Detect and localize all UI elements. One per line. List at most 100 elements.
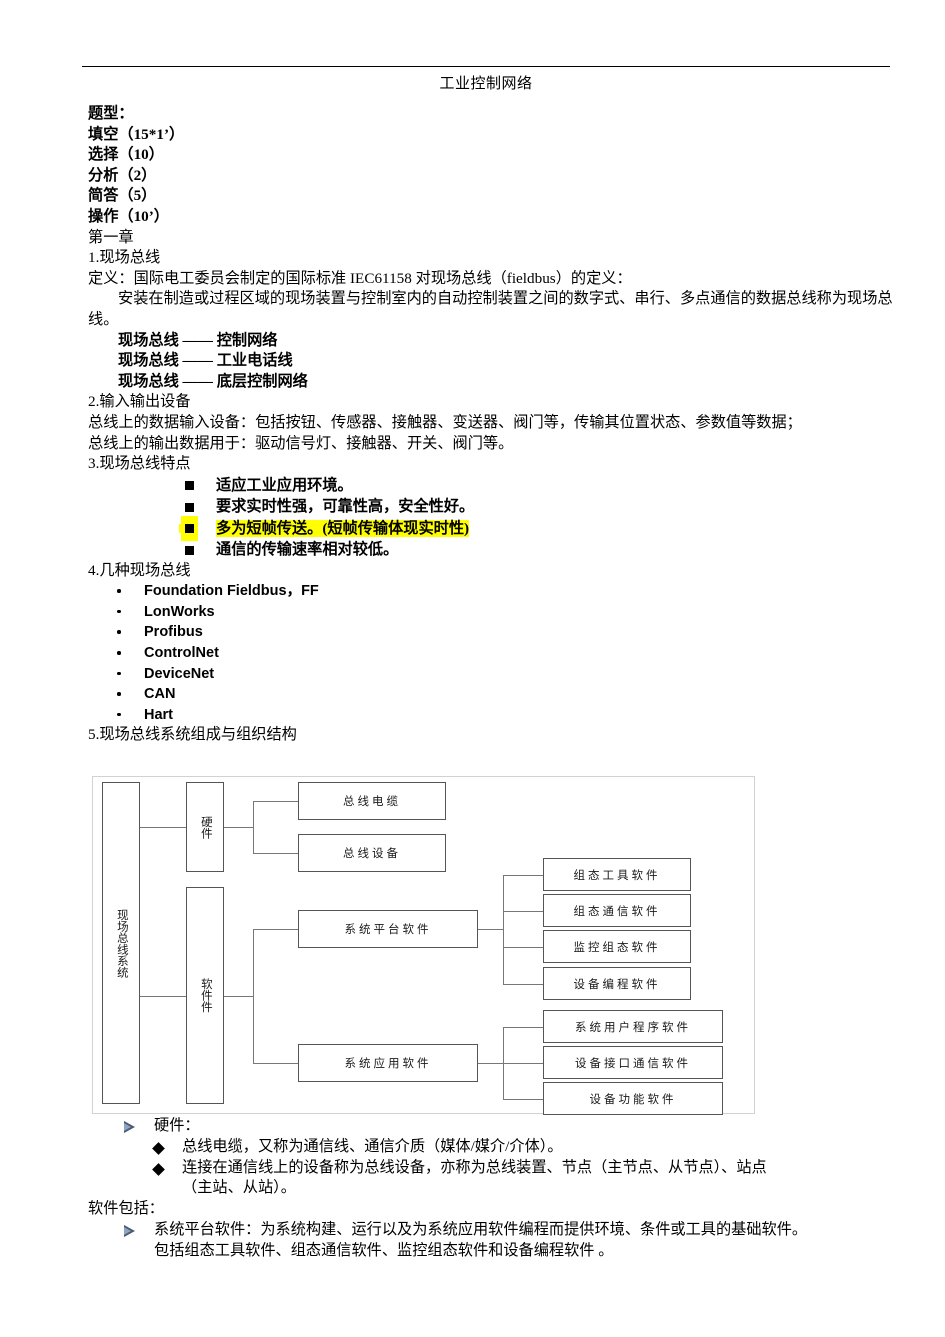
list-item: 连接在通信线上的设备称为总线设备，亦称为总线装置、节点（主节点、从节点）、站点	[88, 1158, 918, 1179]
hardware-point-continuation: （主站、从站）。	[182, 1179, 296, 1197]
connector	[503, 911, 543, 912]
intro-item-4: 操作（10’）	[88, 207, 169, 225]
diagram-box-scada-config-software: 监控组态软件	[543, 930, 691, 963]
diagram-box-config-tool-software: 组态工具软件	[543, 858, 691, 891]
section1-equivalence-0: 现场总线 —— 控制网络	[118, 331, 278, 349]
diagram-box-device-programming-software: 设备编程软件	[543, 967, 691, 1000]
section3-heading: 3.现场总线特点	[88, 455, 191, 473]
document-body: 题型： 填空（15*1’） 选择（10） 分析（2） 简答（5） 操作（10’）…	[88, 104, 900, 746]
list-item: Foundation Fieldbus，FF	[88, 581, 900, 602]
fieldbus-list: Foundation Fieldbus，FF LonWorks Profibus…	[88, 581, 900, 725]
connector	[224, 827, 253, 828]
diagram-box-application-software: 系统应用软件	[298, 1044, 478, 1082]
section1-equivalence-2: 现场总线 —— 底层控制网络	[118, 372, 308, 390]
intro-label: 题型：	[88, 105, 134, 122]
software-point-text: 系统平台软件：为系统构建、运行以及为系统应用软件编程而提供环境、条件或工具的基础…	[154, 1220, 808, 1238]
square-bullet-icon	[185, 502, 194, 512]
dot-bullet-icon	[117, 609, 121, 614]
fieldbus-name: Foundation Fieldbus，FF	[144, 583, 319, 600]
square-bullet-icon	[185, 481, 194, 491]
dot-bullet-icon	[117, 712, 121, 717]
notes-hardware-label: 硬件：	[154, 1117, 200, 1134]
section4-heading: 4.几种现场总线	[88, 561, 191, 579]
section2-line-0: 总线上的数据输入设备：包括按钮、传感器、接触器、变送器、阀门等，传输其位置状态、…	[88, 413, 802, 431]
connector	[140, 996, 186, 997]
list-item: CAN	[88, 684, 900, 705]
diagram-box-hardware: 硬件	[186, 782, 224, 872]
feature-highlight-note: (短帧传输体现实时性)	[322, 519, 470, 537]
list-item: Profibus	[88, 622, 900, 643]
feature-text: 要求实时性强，可靠性高，安全性好。	[216, 498, 475, 516]
connector	[478, 1063, 503, 1064]
intro-item-2: 分析（2）	[88, 166, 157, 184]
software-point-continuation: 包括组态工具软件、组态通信软件、监控组态软件和设备编程软件 。	[154, 1241, 614, 1259]
hardware-point-text: 总线电缆，又称为通信线、通信介质（媒体/媒介/介体）。	[182, 1137, 563, 1155]
square-bullet-icon	[185, 524, 194, 534]
list-item: LonWorks	[88, 602, 900, 623]
notes-hardware-label-row: 硬件：	[88, 1116, 918, 1137]
diamond-bullet-icon	[152, 1162, 165, 1176]
list-item: DeviceNet	[88, 664, 900, 685]
fieldbus-name: Hart	[144, 706, 174, 723]
section1-definition-body: 安装在制造或过程区域的现场装置与控制室内的自动控制装置之间的数字式、串行、多点通…	[88, 290, 893, 328]
notes-software-label: 软件包括：	[88, 1200, 164, 1218]
list-item: 系统平台软件：为系统构建、运行以及为系统应用软件编程而提供环境、条件或工具的基础…	[88, 1220, 918, 1241]
diagram-box-root: 现场总线系统	[102, 782, 140, 1104]
diagram-box-bus-device: 总线设备	[298, 834, 446, 872]
dot-bullet-icon	[117, 651, 121, 655]
section5-heading: 5.现场总线系统组成与组织结构	[88, 726, 297, 744]
dot-bullet-icon	[117, 671, 121, 676]
connector	[503, 1027, 543, 1028]
connector	[503, 984, 543, 985]
feature-text: 多为短帧传送。	[216, 519, 323, 537]
section2-heading: 2.输入输出设备	[88, 393, 191, 411]
list-item: 多为短帧传送。(短帧传输体现实时性)	[88, 518, 900, 540]
diagram-box-config-comm-software: 组态通信软件	[543, 894, 691, 927]
fieldbus-name: LonWorks	[144, 603, 215, 620]
section2-line-1: 总线上的输出数据用于：驱动信号灯、接触器、开关、阀门等。	[88, 434, 514, 452]
connector	[253, 801, 298, 802]
dot-bullet-icon	[117, 692, 121, 696]
section1-definition-lead: 定义：国际电工委员会制定的国际标准 IEC61158 对现场总线（fieldbu…	[88, 269, 632, 287]
list-item: 通信的传输速率相对较低。	[88, 539, 900, 561]
section1-equivalence-1: 现场总线 —— 工业电话线	[118, 352, 293, 370]
list-item: 要求实时性强，可靠性高，安全性好。	[88, 496, 900, 518]
connector	[140, 827, 186, 828]
connector	[253, 929, 254, 1063]
connector	[503, 875, 504, 984]
hardware-point-text: 连接在通信线上的设备称为总线设备，亦称为总线装置、节点（主节点、从节点）、站点	[182, 1158, 767, 1176]
fieldbus-name: ControlNet	[144, 645, 219, 662]
feature-list: 适应工业应用环境。 要求实时性强，可靠性高，安全性好。 多为短帧传送。(短帧传输…	[88, 475, 900, 561]
list-item: 总线电缆，又称为通信线、通信介质（媒体/媒介/介体）。	[88, 1137, 918, 1158]
square-bullet-icon	[185, 545, 194, 555]
fieldbus-name: Profibus	[144, 624, 203, 641]
connector	[253, 801, 254, 853]
dot-bullet-icon	[117, 630, 121, 634]
feature-text: 通信的传输速率相对较低。	[216, 541, 399, 559]
diagram-box-software: 软件件	[186, 887, 224, 1104]
arrow-bullet-icon	[124, 1224, 135, 1237]
fieldbus-name: DeviceNet	[144, 665, 215, 682]
connector	[253, 929, 298, 930]
connector	[253, 853, 298, 854]
diagram-box-device-interface-comm-software: 设备接口通信软件	[543, 1046, 723, 1079]
header-rule	[82, 66, 890, 67]
list-item: 适应工业应用环境。	[88, 475, 900, 497]
chapter-heading: 第一章	[88, 228, 134, 246]
connector	[478, 929, 503, 930]
intro-item-0: 填空（15*1’）	[88, 125, 185, 143]
feature-text: 适应工业应用环境。	[216, 476, 353, 494]
connector	[503, 1063, 543, 1064]
diagram-box-device-function-software: 设备功能软件	[543, 1082, 723, 1115]
connector	[224, 996, 253, 997]
connector	[253, 1063, 298, 1064]
section1-heading: 1.现场总线	[88, 249, 161, 267]
diagram-box-bus-cable: 总线电缆	[298, 782, 446, 820]
document-page: 工业控制网络 题型： 填空（15*1’） 选择（10） 分析（2） 简答（5） …	[0, 0, 945, 1337]
page-title: 工业控制网络	[439, 76, 533, 92]
fieldbus-architecture-diagram: 现场总线系统 硬件 软件件 总线电缆 总线设备 系统平台软件 系统应用软件 组态…	[92, 776, 755, 1115]
notes-block: 硬件： 总线电缆，又称为通信线、通信介质（媒体/媒介/介体）。 连接在通信线上的…	[88, 1116, 918, 1261]
fieldbus-name: CAN	[144, 686, 176, 703]
connector	[503, 1099, 543, 1100]
connector	[503, 947, 543, 948]
